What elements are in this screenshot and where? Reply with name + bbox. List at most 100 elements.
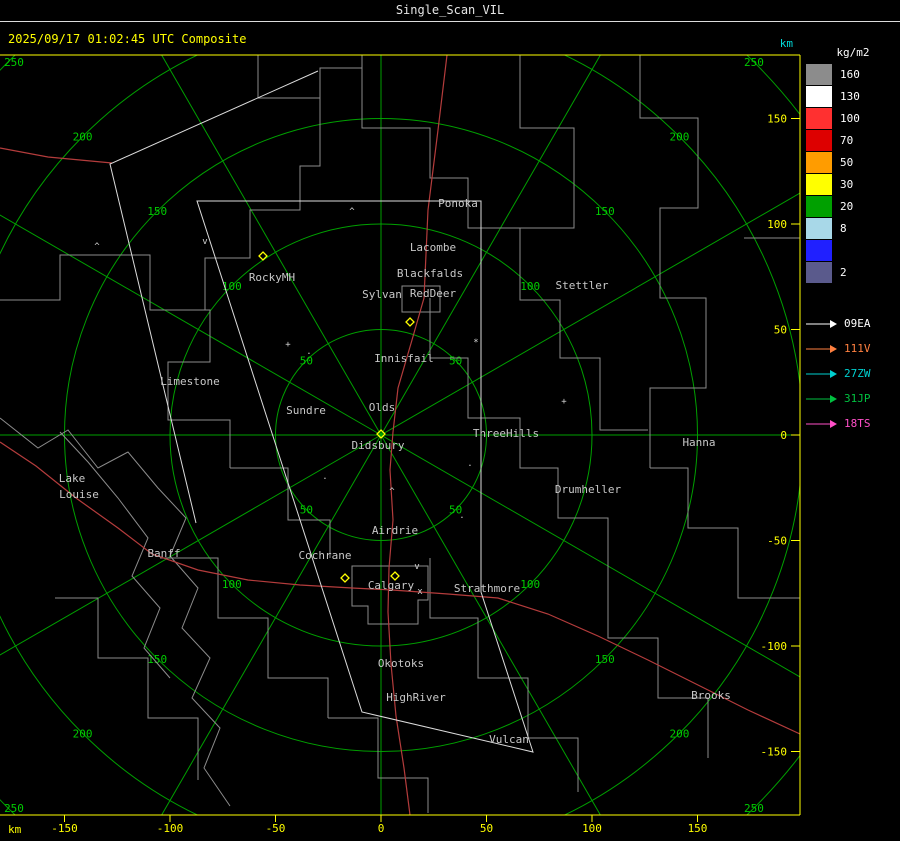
legend-site-row: 27ZW bbox=[806, 361, 900, 386]
legend-site-id: 09EA bbox=[844, 317, 871, 330]
legend-scale-row: 70 bbox=[806, 129, 900, 151]
legend-scale-row: 100 bbox=[806, 107, 900, 129]
city-label: HighRiver bbox=[386, 691, 446, 704]
legend-site-id: 111V bbox=[844, 342, 871, 355]
legend-scale-row: 8 bbox=[806, 217, 900, 239]
county-boundary bbox=[55, 597, 199, 780]
legend-color-swatch bbox=[806, 107, 832, 129]
legend-scale-row: 50 bbox=[806, 151, 900, 173]
y-axis-unit-label: km bbox=[780, 37, 794, 50]
city-label: Okotoks bbox=[378, 657, 424, 670]
y-tick-label: -100 bbox=[761, 640, 788, 653]
legend-scale-row: 2 bbox=[806, 261, 900, 283]
city-label: Blackfalds bbox=[397, 267, 463, 280]
county-boundary bbox=[257, 55, 363, 99]
city-label: Innisfail bbox=[374, 352, 434, 365]
city-label: Olds bbox=[369, 401, 396, 414]
town-marker: . bbox=[467, 459, 472, 469]
county-boundary bbox=[519, 55, 575, 229]
legend-color-swatch bbox=[806, 129, 832, 151]
county-boundary bbox=[519, 228, 648, 431]
x-tick-label: 50 bbox=[480, 822, 493, 835]
x-tick-label: -100 bbox=[157, 822, 184, 835]
city-label: Stettler bbox=[556, 279, 609, 292]
range-ring-label: 200 bbox=[669, 727, 689, 740]
x-tick-label: -150 bbox=[51, 822, 78, 835]
azimuth-spoke bbox=[161, 434, 382, 815]
city-label: Sylvan bbox=[362, 288, 402, 301]
city-label: Brooks bbox=[691, 689, 731, 702]
town-marker: v bbox=[202, 237, 207, 247]
city-label: Ponoka bbox=[438, 197, 478, 210]
range-ring-label: 200 bbox=[669, 131, 689, 144]
legend-scale-value: 20 bbox=[840, 199, 854, 213]
county-boundary bbox=[160, 557, 329, 718]
town-marker: . bbox=[459, 511, 464, 521]
site-arrow-icon bbox=[806, 319, 837, 328]
legend-site-row: 31JP bbox=[806, 386, 900, 411]
site-arrow-icon bbox=[806, 369, 837, 378]
legend-site-row: 09EA bbox=[806, 311, 900, 336]
city-label: RockyMH bbox=[249, 271, 295, 284]
city-label: Sundre bbox=[286, 404, 326, 417]
azimuth-spoke bbox=[380, 434, 800, 678]
city-label: Hanna bbox=[682, 436, 715, 449]
range-ring-label: 100 bbox=[222, 578, 242, 591]
legend-panel: kg/m2 160 130 100 70 50 30 20 8 2 09EA 111V 27ZW 31… bbox=[806, 46, 900, 436]
range-ring-label: 250 bbox=[744, 56, 764, 69]
legend-radar-sites: 09EA 111V 27ZW 31JP 18TS bbox=[806, 311, 900, 436]
city-label: ThreeHills bbox=[473, 427, 539, 440]
legend-color-swatch bbox=[806, 261, 832, 283]
legend-color-swatch bbox=[806, 85, 832, 107]
legend-scale-row bbox=[806, 239, 900, 261]
radar-site-marker bbox=[340, 573, 350, 583]
radar-map[interactable]: km km 50 5050 50100 100100 100150 150150 15020… bbox=[0, 0, 900, 841]
range-ring-label: 250 bbox=[4, 802, 24, 815]
county-boundary bbox=[0, 417, 231, 807]
town-marker: + bbox=[561, 397, 567, 407]
y-tick-label: -150 bbox=[761, 746, 788, 759]
town-marker: v bbox=[414, 562, 419, 572]
legend-color-swatch bbox=[806, 173, 832, 195]
range-ring-label: 250 bbox=[744, 802, 764, 815]
city-label: Drumheller bbox=[555, 483, 622, 496]
town-marker: + bbox=[285, 340, 291, 350]
legend-scale-value: 100 bbox=[840, 111, 860, 125]
azimuth-spoke bbox=[380, 55, 601, 436]
legend-color-swatch bbox=[806, 151, 832, 173]
city-label: Lacombe bbox=[410, 241, 456, 254]
city-label: Lake bbox=[59, 472, 86, 485]
town-marker: . bbox=[322, 472, 327, 482]
legend-site-id: 31JP bbox=[844, 392, 871, 405]
legend-site-row: 18TS bbox=[806, 411, 900, 436]
highway bbox=[0, 147, 113, 164]
range-ring-label: 100 bbox=[520, 280, 540, 293]
range-ring-label: 50 bbox=[300, 504, 313, 517]
legend-scale-value: 30 bbox=[840, 177, 854, 191]
town-marker: . bbox=[306, 347, 311, 357]
site-arrow-icon bbox=[806, 394, 837, 403]
city-label: Didsbury bbox=[352, 439, 405, 452]
city-label: RedDeer bbox=[410, 287, 457, 300]
city-label: Louise bbox=[59, 488, 99, 501]
legend-scale-value: 160 bbox=[840, 67, 860, 81]
x-axis-unit-label: km bbox=[8, 823, 22, 836]
range-ring-label: 250 bbox=[4, 56, 24, 69]
y-tick-label: 150 bbox=[767, 113, 787, 126]
legend-scale-value: 50 bbox=[840, 155, 854, 169]
range-ring-label: 150 bbox=[595, 653, 615, 666]
radar-site-marker bbox=[405, 317, 415, 327]
city-label: Limestone bbox=[160, 375, 220, 388]
y-tick-label: 0 bbox=[780, 429, 787, 442]
town-marker: x bbox=[417, 587, 423, 597]
range-ring-label: 200 bbox=[73, 727, 93, 740]
legend-scale-row: 30 bbox=[806, 173, 900, 195]
city-label: Banff bbox=[147, 547, 180, 560]
city-label: Vulcan bbox=[489, 733, 529, 746]
legend-color-swatch bbox=[806, 217, 832, 239]
legend-units-label: kg/m2 bbox=[836, 46, 870, 59]
legend-site-row: 111V bbox=[806, 336, 900, 361]
legend-scale-value: 2 bbox=[840, 265, 847, 279]
radar-app-window: km km 50 50 50 50 100 100 100 100 150 150 150 150 20… bbox=[0, 0, 900, 841]
range-ring-label: 150 bbox=[595, 205, 615, 218]
